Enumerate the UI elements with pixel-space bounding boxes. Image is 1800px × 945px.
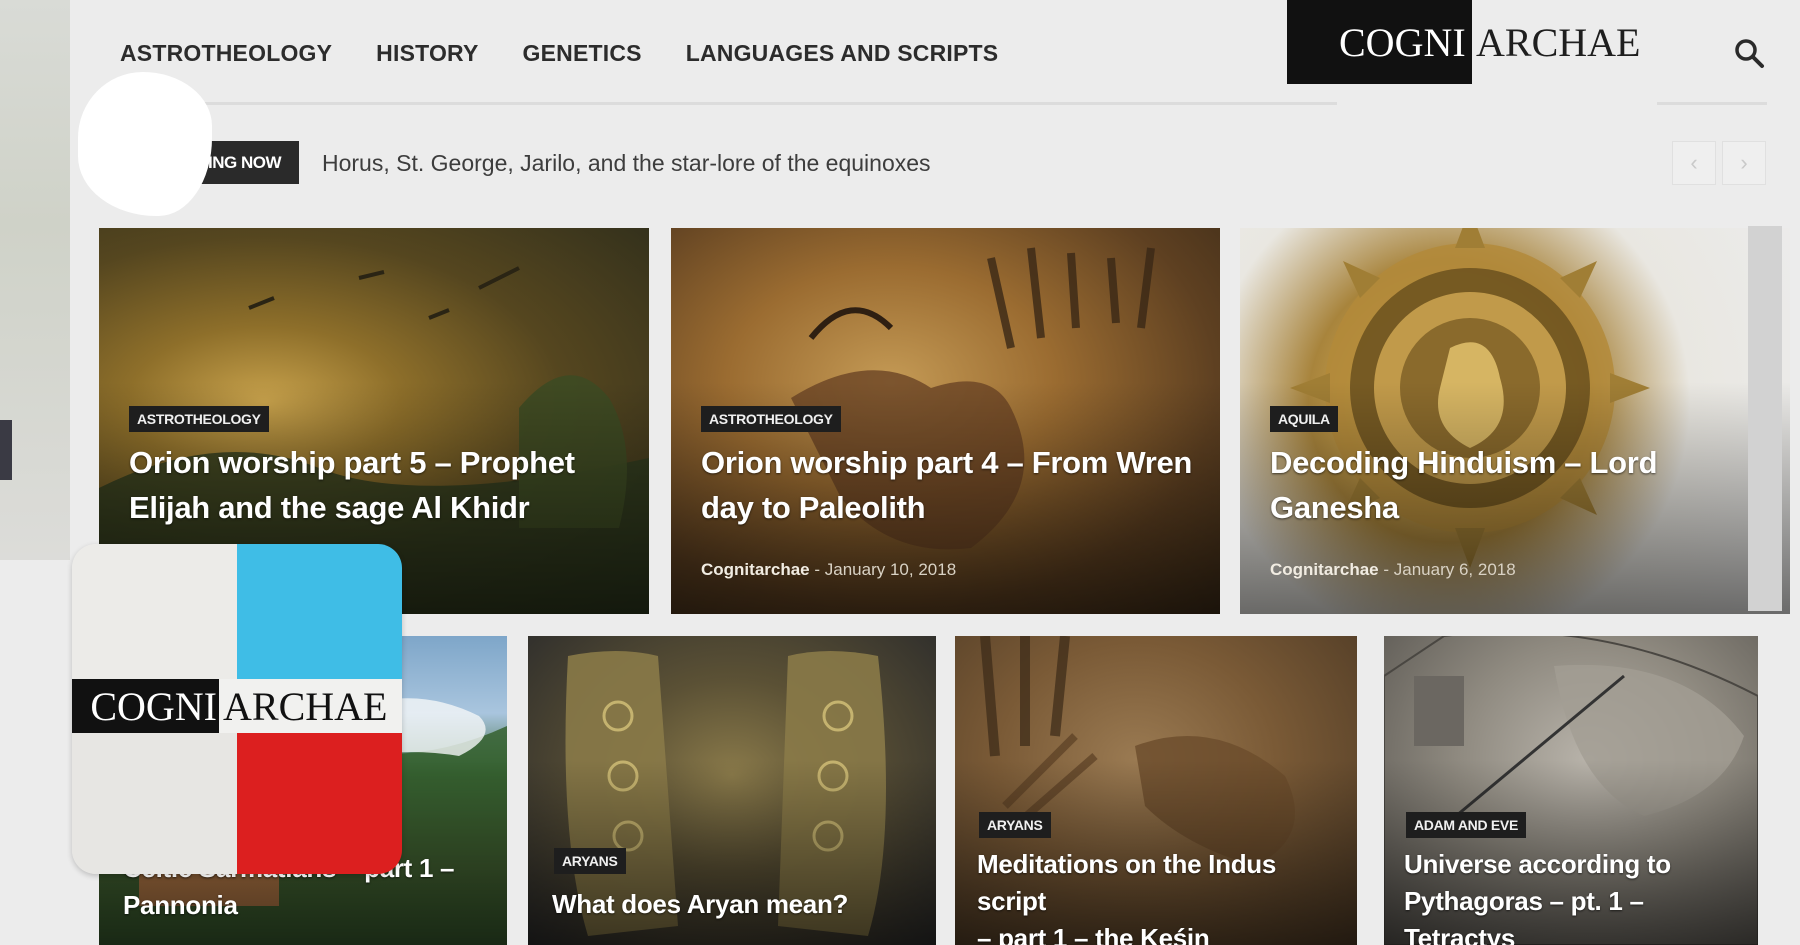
- card-title-line: What does Aryan mean?: [552, 889, 849, 919]
- header-divider: [112, 102, 1337, 105]
- search-button[interactable]: [1732, 36, 1766, 70]
- card-title-line: Pannonia: [123, 890, 238, 920]
- main-nav: ASTROTHEOLOGY HISTORY GENETICS LANGUAGES…: [120, 40, 998, 67]
- chevron-left-icon: ‹: [1690, 150, 1698, 175]
- featured-card-3[interactable]: AQUILA Decoding Hinduism – Lord Ganesha …: [1240, 228, 1790, 614]
- card-title-line: Pythagoras – pt. 1 – Tetractys: [1404, 886, 1644, 945]
- logo-text-left: COGNI: [1287, 0, 1472, 84]
- card-title: Universe according to Pythagoras – pt. 1…: [1404, 846, 1756, 945]
- nav-item-history[interactable]: HISTORY: [376, 40, 478, 67]
- background-mark: [0, 420, 12, 480]
- grid-card-4[interactable]: ADAM AND EVE Universe according to Pytha…: [1384, 636, 1758, 945]
- category-badge[interactable]: ASTROTHEOLOGY: [129, 406, 269, 432]
- search-icon: [1735, 39, 1764, 68]
- card-title: Orion worship part 4 – From Wren day to …: [701, 440, 1211, 530]
- trending-controls: ‹ ›: [1672, 141, 1766, 185]
- trending-next-button[interactable]: ›: [1722, 141, 1766, 185]
- card-title: Meditations on the Indus script – part 1…: [977, 846, 1347, 945]
- nav-item-languages-and-scripts[interactable]: LANGUAGES AND SCRIPTS: [686, 40, 999, 67]
- app-icon: COGNI ARCHAE: [72, 544, 402, 874]
- category-badge[interactable]: ARYANS: [979, 812, 1051, 838]
- card-title-line: Ganesha: [1270, 490, 1399, 525]
- category-badge[interactable]: ADAM AND EVE: [1406, 812, 1526, 838]
- white-blob-overlay: [78, 72, 212, 216]
- nav-item-astrotheology[interactable]: ASTROTHEOLOGY: [120, 40, 332, 67]
- card-title-line: Orion worship part 4 – From Wren: [701, 445, 1193, 480]
- card-title-line: Meditations on the Indus script: [977, 849, 1277, 916]
- grid-card-3[interactable]: ARYANS Meditations on the Indus script –…: [955, 636, 1357, 945]
- category-badge[interactable]: AQUILA: [1270, 406, 1338, 432]
- card-title-line: Elijah and the sage Al Khidr: [129, 490, 530, 525]
- post-date: January 10, 2018: [824, 560, 957, 579]
- trending-headline[interactable]: Horus, St. George, Jarilo, and the star-…: [322, 150, 931, 177]
- icon-quadrant-red: [237, 709, 402, 874]
- nav-item-genetics[interactable]: GENETICS: [523, 40, 642, 67]
- meta-separator: -: [1383, 560, 1394, 579]
- card-title: What does Aryan mean?: [552, 886, 932, 923]
- author-name[interactable]: Cognitarchae: [1270, 560, 1379, 579]
- trending-prev-button[interactable]: ‹: [1672, 141, 1716, 185]
- card-title-line: Universe according to: [1404, 849, 1671, 879]
- category-badge[interactable]: ASTROTHEOLOGY: [701, 406, 841, 432]
- slider-edge: [1748, 226, 1782, 611]
- card-title: Orion worship part 5 – Prophet Elijah an…: [129, 440, 639, 530]
- card-title: Decoding Hinduism – Lord Ganesha: [1270, 440, 1780, 530]
- featured-card-2[interactable]: ASTROTHEOLOGY Orion worship part 4 – Fro…: [671, 228, 1220, 614]
- background-strip: [0, 0, 70, 560]
- card-title-line: – part 1 – the Keśin: [977, 923, 1210, 945]
- icon-quadrant-white-lower: [72, 709, 237, 874]
- post-date: January 6, 2018: [1393, 560, 1516, 579]
- chevron-right-icon: ›: [1740, 150, 1748, 175]
- category-badge[interactable]: ARYANS: [554, 848, 626, 874]
- icon-wordmark: COGNI ARCHAE: [72, 679, 402, 733]
- grid-card-2[interactable]: ARYANS What does Aryan mean?: [528, 636, 936, 945]
- author-name[interactable]: Cognitarchae: [701, 560, 810, 579]
- meta-separator: -: [814, 560, 825, 579]
- card-meta: Cognitarchae - January 10, 2018: [701, 560, 956, 580]
- header-divider-right: [1657, 102, 1767, 105]
- icon-wordmark-left: COGNI: [72, 679, 219, 733]
- icon-wordmark-right: ARCHAE: [219, 679, 402, 733]
- logo-text-right: ARCHAE: [1476, 19, 1641, 65]
- site-logo[interactable]: COGNI ARCHAE: [1287, 0, 1640, 84]
- card-title-line: Decoding Hinduism – Lord: [1270, 445, 1658, 480]
- card-meta: Cognitarchae - January 6, 2018: [1270, 560, 1516, 580]
- card-title-line: Orion worship part 5 – Prophet: [129, 445, 575, 480]
- card-title-line: day to Paleolith: [701, 490, 926, 525]
